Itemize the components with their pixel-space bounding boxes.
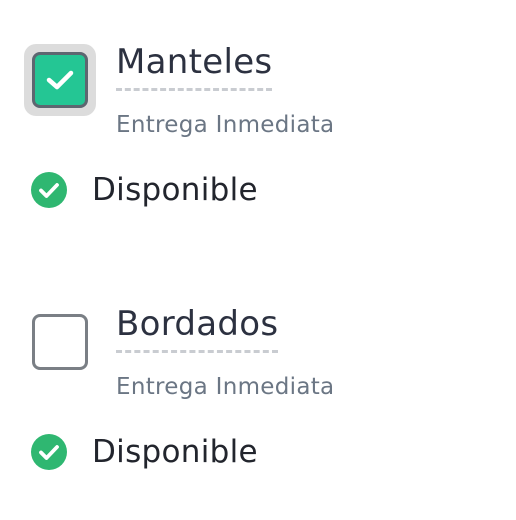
check-circle-icon [31, 172, 67, 208]
product-option-list: Manteles Entrega Inmediata Disponible Bo… [0, 0, 516, 520]
check-circle-icon [31, 434, 67, 470]
availability-status: Disponible [30, 168, 258, 212]
manteles-checkbox-focus-ring[interactable] [24, 44, 96, 116]
bordados-checkbox[interactable] [32, 314, 88, 370]
option-subtitle: Entrega Inmediata [116, 374, 335, 400]
availability-status: Disponible [30, 430, 258, 474]
manteles-checkbox[interactable] [32, 52, 88, 108]
option-item-bordados: Bordados Entrega Inmediata Disponible [0, 262, 516, 482]
option-item-manteles: Manteles Entrega Inmediata Disponible [0, 0, 516, 220]
option-subtitle: Entrega Inmediata [116, 112, 335, 138]
option-title[interactable]: Manteles [116, 42, 273, 91]
availability-label: Disponible [92, 434, 258, 470]
option-title[interactable]: Bordados [116, 304, 279, 353]
checkmark-icon [46, 70, 74, 90]
bordados-checkbox-wrap[interactable] [24, 306, 96, 378]
availability-label: Disponible [92, 172, 258, 208]
